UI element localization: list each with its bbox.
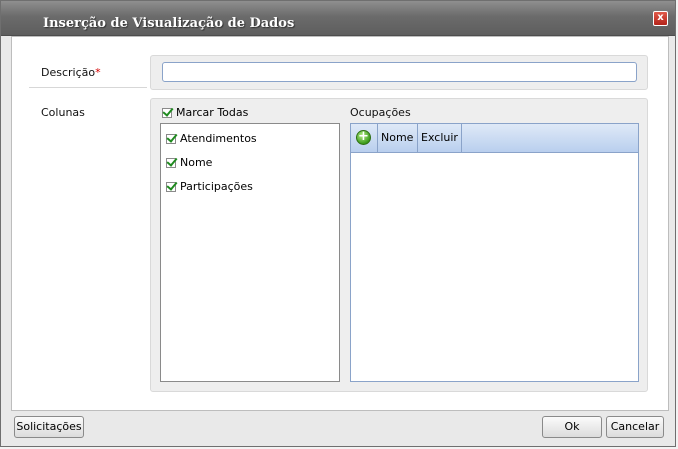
checkbox-checked-icon xyxy=(166,157,176,168)
cancelar-button[interactable]: Cancelar xyxy=(606,416,664,438)
checkbox-checked-icon xyxy=(166,133,176,144)
grid-header-nome[interactable]: Nome xyxy=(378,124,418,152)
grid-header: + Nome Excluir xyxy=(351,124,638,153)
title-bar: Inserção de Visualização de Dados x xyxy=(1,1,675,36)
close-button[interactable]: x xyxy=(653,11,668,26)
marcar-todas-checkbox[interactable]: Marcar Todas xyxy=(162,106,248,119)
solicitacoes-button[interactable]: Solicitações xyxy=(14,416,84,438)
descricao-input[interactable] xyxy=(162,62,637,82)
ok-button[interactable]: Ok xyxy=(542,416,602,438)
close-icon: x xyxy=(657,12,664,23)
add-icon[interactable]: + xyxy=(356,130,371,145)
column-checkbox-nome[interactable]: Nome xyxy=(166,156,212,169)
column-label: Nome xyxy=(180,156,213,169)
dialog-title: Inserção de Visualização de Dados xyxy=(43,16,295,31)
required-marker: * xyxy=(95,66,101,79)
column-checkbox-atendimentos[interactable]: Atendimentos xyxy=(166,132,257,145)
colunas-label: Colunas xyxy=(41,106,85,119)
checkbox-checked-icon xyxy=(162,107,172,118)
column-checkbox-participacoes[interactable]: Participações xyxy=(166,180,253,193)
grid-add-cell: + xyxy=(351,124,378,152)
column-label: Atendimentos xyxy=(180,132,257,145)
column-label: Participações xyxy=(180,180,253,193)
ocupacoes-label: Ocupações xyxy=(350,106,411,119)
marcar-todas-label: Marcar Todas xyxy=(176,106,249,119)
ocupacoes-grid: + Nome Excluir xyxy=(350,123,639,382)
columns-list: Atendimentos Nome Participações xyxy=(160,123,340,382)
separator xyxy=(29,87,147,88)
descricao-label: Descrição* xyxy=(41,66,101,79)
grid-header-excluir[interactable]: Excluir xyxy=(418,124,462,152)
checkbox-checked-icon xyxy=(166,181,176,192)
